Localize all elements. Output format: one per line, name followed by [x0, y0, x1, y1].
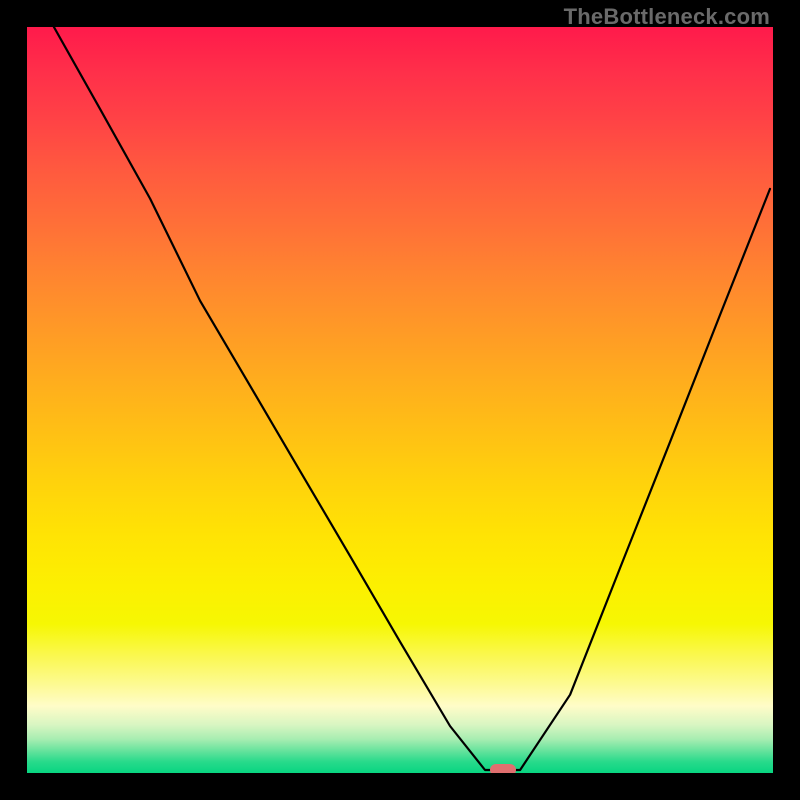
optimum-marker	[490, 764, 516, 773]
watermark-text: TheBottleneck.com	[564, 4, 770, 30]
bottleneck-curve	[27, 27, 773, 773]
chart-frame: TheBottleneck.com	[0, 0, 800, 800]
plot-area	[27, 27, 773, 773]
